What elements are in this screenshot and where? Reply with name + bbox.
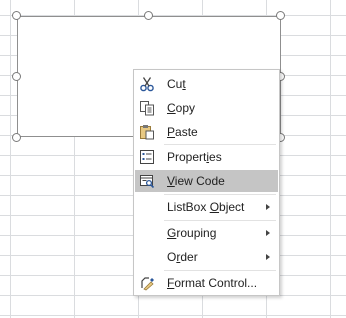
menu-item-label: Grouping	[167, 226, 217, 240]
menu-item-grouping[interactable]: Grouping	[135, 222, 278, 244]
menu-separator	[164, 220, 276, 221]
menu-separator	[164, 144, 276, 145]
properties-icon	[139, 149, 155, 165]
paste-icon	[139, 124, 155, 140]
menu-item-order[interactable]: Order	[135, 246, 278, 268]
menu-item-label: Format Control...	[167, 276, 258, 290]
menu-item-label: ListBox Object	[167, 200, 245, 214]
submenu-arrow-icon	[266, 230, 270, 236]
resize-handle-top-right[interactable]	[276, 11, 285, 20]
format-control-icon	[139, 275, 155, 291]
menu-item-view-code[interactable]: View Code	[135, 170, 278, 192]
context-menu: Cut Copy Paste Properties View Code List…	[133, 69, 280, 296]
menu-item-label: Properties	[167, 150, 222, 164]
menu-item-listbox-object[interactable]: ListBox Object	[135, 196, 278, 218]
menu-item-label: Paste	[167, 125, 198, 139]
view-code-icon	[139, 173, 155, 189]
menu-item-paste[interactable]: Paste	[135, 121, 278, 143]
menu-item-cut[interactable]: Cut	[135, 73, 278, 95]
menu-item-label: Cut	[167, 77, 186, 91]
copy-icon	[139, 100, 155, 116]
scissors-icon	[139, 76, 155, 92]
menu-item-label: View Code	[167, 174, 225, 188]
menu-item-label: Copy	[167, 101, 196, 115]
resize-handle-bottom-left[interactable]	[12, 133, 21, 142]
submenu-arrow-icon	[266, 254, 270, 260]
resize-handle-middle-left[interactable]	[12, 72, 21, 81]
menu-item-properties[interactable]: Properties	[135, 146, 278, 168]
resize-handle-top-left[interactable]	[12, 11, 21, 20]
menu-separator	[164, 194, 276, 195]
menu-item-label: Order	[167, 250, 198, 264]
menu-separator	[164, 270, 276, 271]
menu-item-format-control[interactable]: Format Control...	[135, 272, 278, 294]
menu-item-copy[interactable]: Copy	[135, 97, 278, 119]
resize-handle-top-center[interactable]	[144, 11, 153, 20]
submenu-arrow-icon	[266, 204, 270, 210]
